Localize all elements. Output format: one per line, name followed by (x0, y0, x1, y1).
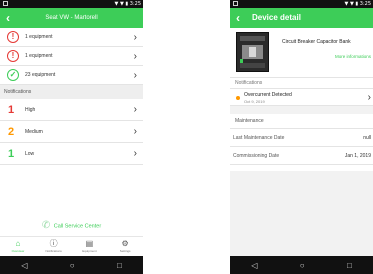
system-navigation-bar: ◁ ○ □ (230, 256, 373, 274)
nav-settings[interactable]: ⚙ Settings (107, 237, 143, 256)
chevron-right-icon: › (367, 92, 371, 103)
last-maintenance-row: Last Maintenance Date null (230, 129, 373, 147)
phone-icon: ✆ (41, 220, 51, 231)
empty-area (230, 171, 373, 256)
low-count: 1 (8, 148, 15, 160)
back-arrow-icon[interactable]: ‹ (236, 8, 240, 28)
device-card: Circuit Breaker Capacitor Bank More info… (230, 28, 373, 78)
chevron-right-icon: › (133, 70, 137, 81)
equipment-icon: ▤ (85, 239, 94, 248)
system-recent-icon[interactable]: □ (347, 261, 352, 270)
last-maintenance-label: Last Maintenance Date (233, 135, 285, 141)
system-navigation-bar: ◁ ○ □ (0, 256, 143, 274)
nav-notifications[interactable]: ⓘ Notifications (36, 237, 72, 256)
notification-status-icon (3, 1, 8, 6)
system-home-icon[interactable]: ○ (70, 261, 75, 270)
app-header: ‹ Seat VW - Martorell (0, 8, 143, 28)
notification-low-row[interactable]: 1 Low › (0, 143, 143, 165)
system-back-icon[interactable]: ◁ (21, 261, 27, 270)
maintenance-section-title: Maintenance (230, 114, 373, 129)
status-time: 3:25 (359, 1, 371, 7)
page-title: Device detail (252, 13, 301, 22)
notification-status-icon (233, 1, 238, 6)
chevron-right-icon: › (133, 126, 137, 137)
status-icons: ▼ ▼ ▮ (114, 1, 129, 7)
high-label: High (25, 107, 36, 113)
status-bar: ▼ ▼ ▮ 3:25 (0, 0, 143, 8)
medium-count: 2 (8, 126, 15, 138)
low-label: Low (25, 151, 35, 157)
nav-equipment[interactable]: ▤ Equipment (72, 237, 108, 256)
nav-label: Overview (11, 249, 25, 253)
notification-high-row[interactable]: 1 High › (0, 99, 143, 121)
device-detail-screen: ▼ ▼ ▮ 3:25 ‹ Device detail Circuit Break… (230, 0, 373, 274)
status-bar: ▼ ▼ ▮ 3:25 (230, 0, 373, 8)
bottom-navigation: ⌂ Overview ⓘ Notifications ▤ Equipment ⚙… (0, 236, 143, 256)
equipment-alarm-row[interactable]: ! 1 equipment › (0, 28, 143, 47)
alert-circle-icon: ! (7, 50, 19, 62)
device-name: Circuit Breaker Capacitor Bank (282, 39, 351, 45)
equipment-ok-row[interactable]: ✓ 23 equipment › (0, 66, 143, 85)
check-circle-icon: ✓ (7, 69, 19, 81)
more-information-link[interactable]: More informations (335, 54, 371, 59)
notification-icon: ⓘ (49, 239, 58, 248)
commissioning-row: Commissioning Date Jan 1, 2019 (230, 147, 373, 165)
high-count: 1 (8, 104, 15, 116)
site-overview-screen: ▼ ▼ ▮ 3:25 ‹ Seat VW - Martorell ! 1 equ… (0, 0, 143, 274)
alert-date: Oct 9, 2019 (244, 99, 265, 104)
settings-icon: ⚙ (121, 239, 129, 248)
status-icons: ▼ ▼ ▮ (344, 1, 359, 7)
home-icon: ⌂ (15, 239, 21, 248)
medium-severity-dot-icon (236, 96, 240, 100)
system-home-icon[interactable]: ○ (300, 261, 305, 270)
circuit-breaker-image (236, 32, 269, 72)
medium-label: Medium (25, 129, 43, 135)
equipment-warning-row[interactable]: ! 1 equipment › (0, 47, 143, 66)
alert-row[interactable]: Overcurrent Detected Oct 9, 2019 › (230, 88, 373, 106)
notifications-section-title: Notifications (235, 80, 263, 86)
chevron-right-icon: › (133, 104, 137, 115)
nav-label: Equipment (82, 249, 97, 253)
nav-label: Notifications (45, 249, 62, 253)
nav-overview[interactable]: ⌂ Overview (0, 237, 36, 256)
equipment-count: 1 equipment (25, 53, 53, 59)
status-time: 3:25 (129, 1, 141, 7)
alert-circle-icon: ! (7, 31, 19, 43)
notifications-section-title: Notifications (0, 85, 143, 99)
equipment-count: 23 equipment (25, 72, 56, 78)
nav-label: Settings (119, 249, 131, 253)
alert-title: Overcurrent Detected (244, 92, 292, 98)
equipment-count: 1 equipment (25, 34, 53, 40)
app-header: ‹ Device detail (230, 8, 373, 28)
system-recent-icon[interactable]: □ (117, 261, 122, 270)
commissioning-label: Commissioning Date (233, 153, 280, 159)
chevron-right-icon: › (133, 148, 137, 159)
chevron-right-icon: › (133, 51, 137, 62)
call-service-label: Call Service Center (53, 223, 102, 230)
last-maintenance-value: null (363, 135, 371, 141)
page-title: Seat VW - Martorell (45, 15, 98, 21)
notification-medium-row[interactable]: 2 Medium › (0, 121, 143, 143)
commissioning-value: Jan 1, 2019 (344, 153, 371, 159)
call-service-center-button[interactable]: ✆ Call Service Center (0, 219, 143, 233)
chevron-right-icon: › (133, 32, 137, 43)
divider (230, 106, 373, 114)
system-back-icon[interactable]: ◁ (251, 261, 257, 270)
